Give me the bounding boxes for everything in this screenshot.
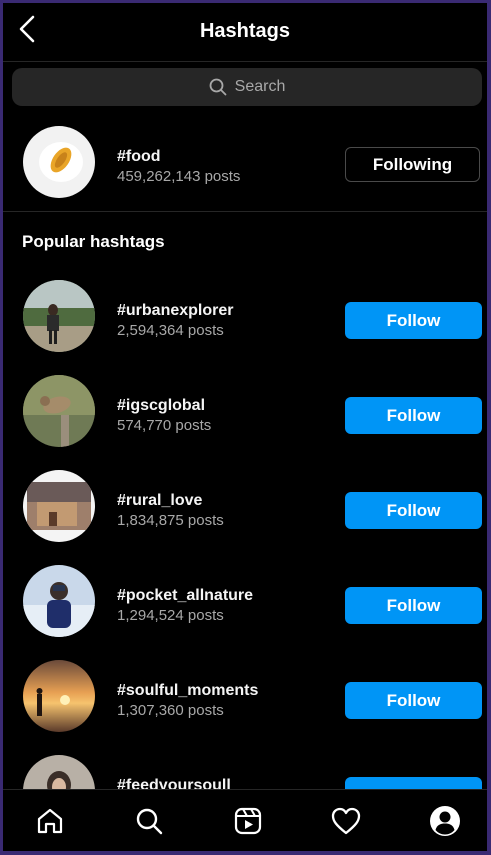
hashtag-avatar — [23, 280, 95, 352]
hashtag-avatar — [23, 660, 95, 732]
hashtag-post-count: 574,770 posts — [117, 417, 212, 434]
search-icon[interactable] — [132, 804, 166, 838]
hashtag-row[interactable]: #igscglobal 574,770 posts Follow — [3, 375, 487, 455]
follow-button[interactable]: Follow — [345, 682, 482, 719]
following-button[interactable]: Following — [345, 147, 480, 182]
search-placeholder: Search — [234, 78, 286, 95]
follow-button[interactable]: Follow — [345, 587, 482, 624]
hashtag-name: #soulful_moments — [117, 682, 259, 699]
hashtag-post-count: 1,834,875 posts — [117, 512, 224, 529]
hashtag-row[interactable]: #pocket_allnature 1,294,524 posts Follow — [3, 565, 487, 645]
hashtag-name: #urbanexplorer — [117, 302, 234, 319]
section-title: Popular hashtags — [22, 232, 165, 251]
hashtag-post-count: 1,307,360 posts — [117, 702, 224, 719]
reels-icon[interactable] — [231, 804, 265, 838]
divider — [3, 211, 487, 212]
search-icon — [209, 78, 227, 96]
hashtag-avatar — [23, 565, 95, 637]
hashtag-name: #igscglobal — [117, 397, 206, 414]
followed-hashtag-row[interactable]: #food 459,262,143 posts Following — [3, 126, 487, 206]
hashtag-row[interactable]: #rural_love 1,834,875 posts Follow — [3, 470, 487, 550]
hashtag-name: #food — [117, 148, 161, 165]
heart-icon[interactable] — [329, 804, 363, 838]
follow-button[interactable]: Follow — [345, 492, 482, 529]
hashtag-name: #rural_love — [117, 492, 203, 509]
profile-icon[interactable] — [428, 804, 462, 838]
hashtag-post-count: 2,594,364 posts — [117, 322, 224, 339]
bottom-nav — [3, 789, 487, 851]
search-input[interactable]: Search — [12, 68, 482, 106]
page-title: Hashtags — [199, 20, 291, 42]
hashtags-screen: Hashtags Search #food 459,262,143 posts … — [3, 3, 487, 851]
follow-button[interactable]: Follow — [345, 302, 482, 339]
home-icon[interactable] — [33, 804, 67, 838]
hashtag-name: #pocket_allnature — [117, 587, 254, 604]
hashtag-post-count: 459,262,143 posts — [117, 168, 241, 185]
hashtag-post-count: 1,294,524 posts — [117, 607, 224, 624]
hashtag-avatar — [23, 470, 95, 542]
follow-button[interactable]: Follow — [345, 397, 482, 434]
hashtag-row[interactable]: #urbanexplorer 2,594,364 posts Follow — [3, 280, 487, 360]
header: Hashtags — [3, 3, 487, 62]
hashtag-avatar — [23, 375, 95, 447]
hashtag-row[interactable]: #soulful_moments 1,307,360 posts Follow — [3, 660, 487, 740]
hashtag-avatar — [23, 126, 95, 198]
